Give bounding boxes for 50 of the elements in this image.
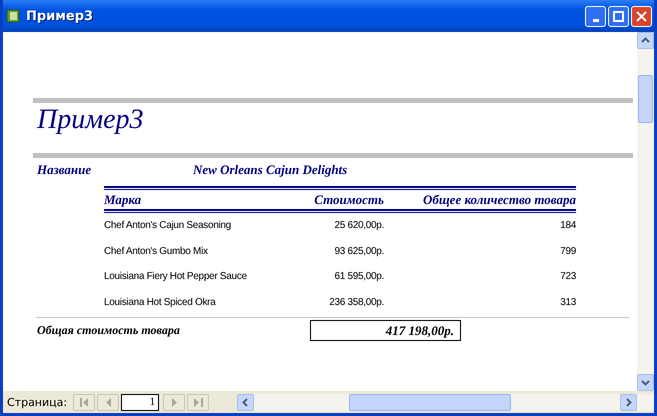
caret-down-icon [641, 378, 650, 387]
column-header: Общее количество товара [422, 192, 576, 208]
maximize-button[interactable] [608, 6, 629, 26]
minimize-icon [592, 18, 598, 22]
close-icon [636, 10, 647, 22]
table-cell-text: 236 358,00р. [328, 296, 384, 308]
table-cell-text: 723 [559, 271, 576, 282]
next-page-button[interactable] [163, 394, 186, 410]
column-header: Стоимость [313, 192, 384, 208]
scroll-left-button[interactable] [237, 394, 254, 410]
last-icon [194, 398, 203, 406]
app-icon [6, 9, 20, 23]
scroll-thumb[interactable] [638, 75, 653, 123]
scroll-thumb[interactable] [349, 394, 512, 410]
window-title: Пример3 [26, 8, 94, 24]
first-icon [80, 398, 89, 406]
column-header: Марка [104, 192, 142, 208]
minimize-button[interactable] [585, 6, 606, 26]
close-button[interactable] [631, 6, 652, 26]
scroll-down-button[interactable] [637, 374, 654, 391]
field-value: New Orleans Cajun Delights [193, 162, 348, 178]
first-page-button[interactable] [73, 394, 96, 410]
caret-left-icon [241, 398, 250, 406]
page-number-field[interactable]: 1 [121, 394, 160, 410]
report-title: Пример3 [36, 103, 145, 137]
last-page-button[interactable] [187, 394, 210, 410]
previous-icon [104, 398, 113, 406]
total-value: 417 198,00р. [310, 320, 461, 341]
horizontal-scrollbar[interactable] [237, 394, 654, 410]
table-cell-text: Louisiana Hot Spiced Okra [104, 296, 217, 308]
table-cell-text: Chef Anton's Gumbo Mix [104, 246, 209, 257]
table-cell-text: Chef Anton's Cajun Seasoning [104, 220, 232, 232]
vertical-scrollbar[interactable] [637, 32, 654, 391]
table-cell-text: Louisiana Fiery Hot Pepper Sauce [104, 271, 248, 282]
table-cell-text: 93 625,00р. [333, 246, 384, 257]
table-cell-text: 313 [559, 296, 576, 308]
page-label: Страница: [7, 396, 68, 408]
table-cell-text: 61 595,00р. [333, 271, 384, 282]
table-cell-text: 799 [559, 246, 576, 257]
scroll-up-button[interactable] [637, 32, 654, 49]
field-label: Название [36, 162, 92, 178]
scroll-right-button[interactable] [620, 394, 637, 410]
table-cell-text: 25 620,00р. [333, 220, 384, 232]
caret-up-icon [641, 36, 650, 45]
maximize-icon [613, 10, 624, 22]
caret-right-icon [624, 398, 633, 406]
table-cell-text: 184 [559, 220, 576, 232]
next-icon [170, 398, 179, 406]
previous-page-button[interactable] [97, 394, 120, 410]
total-label: Общая стоимость товара [36, 323, 181, 338]
